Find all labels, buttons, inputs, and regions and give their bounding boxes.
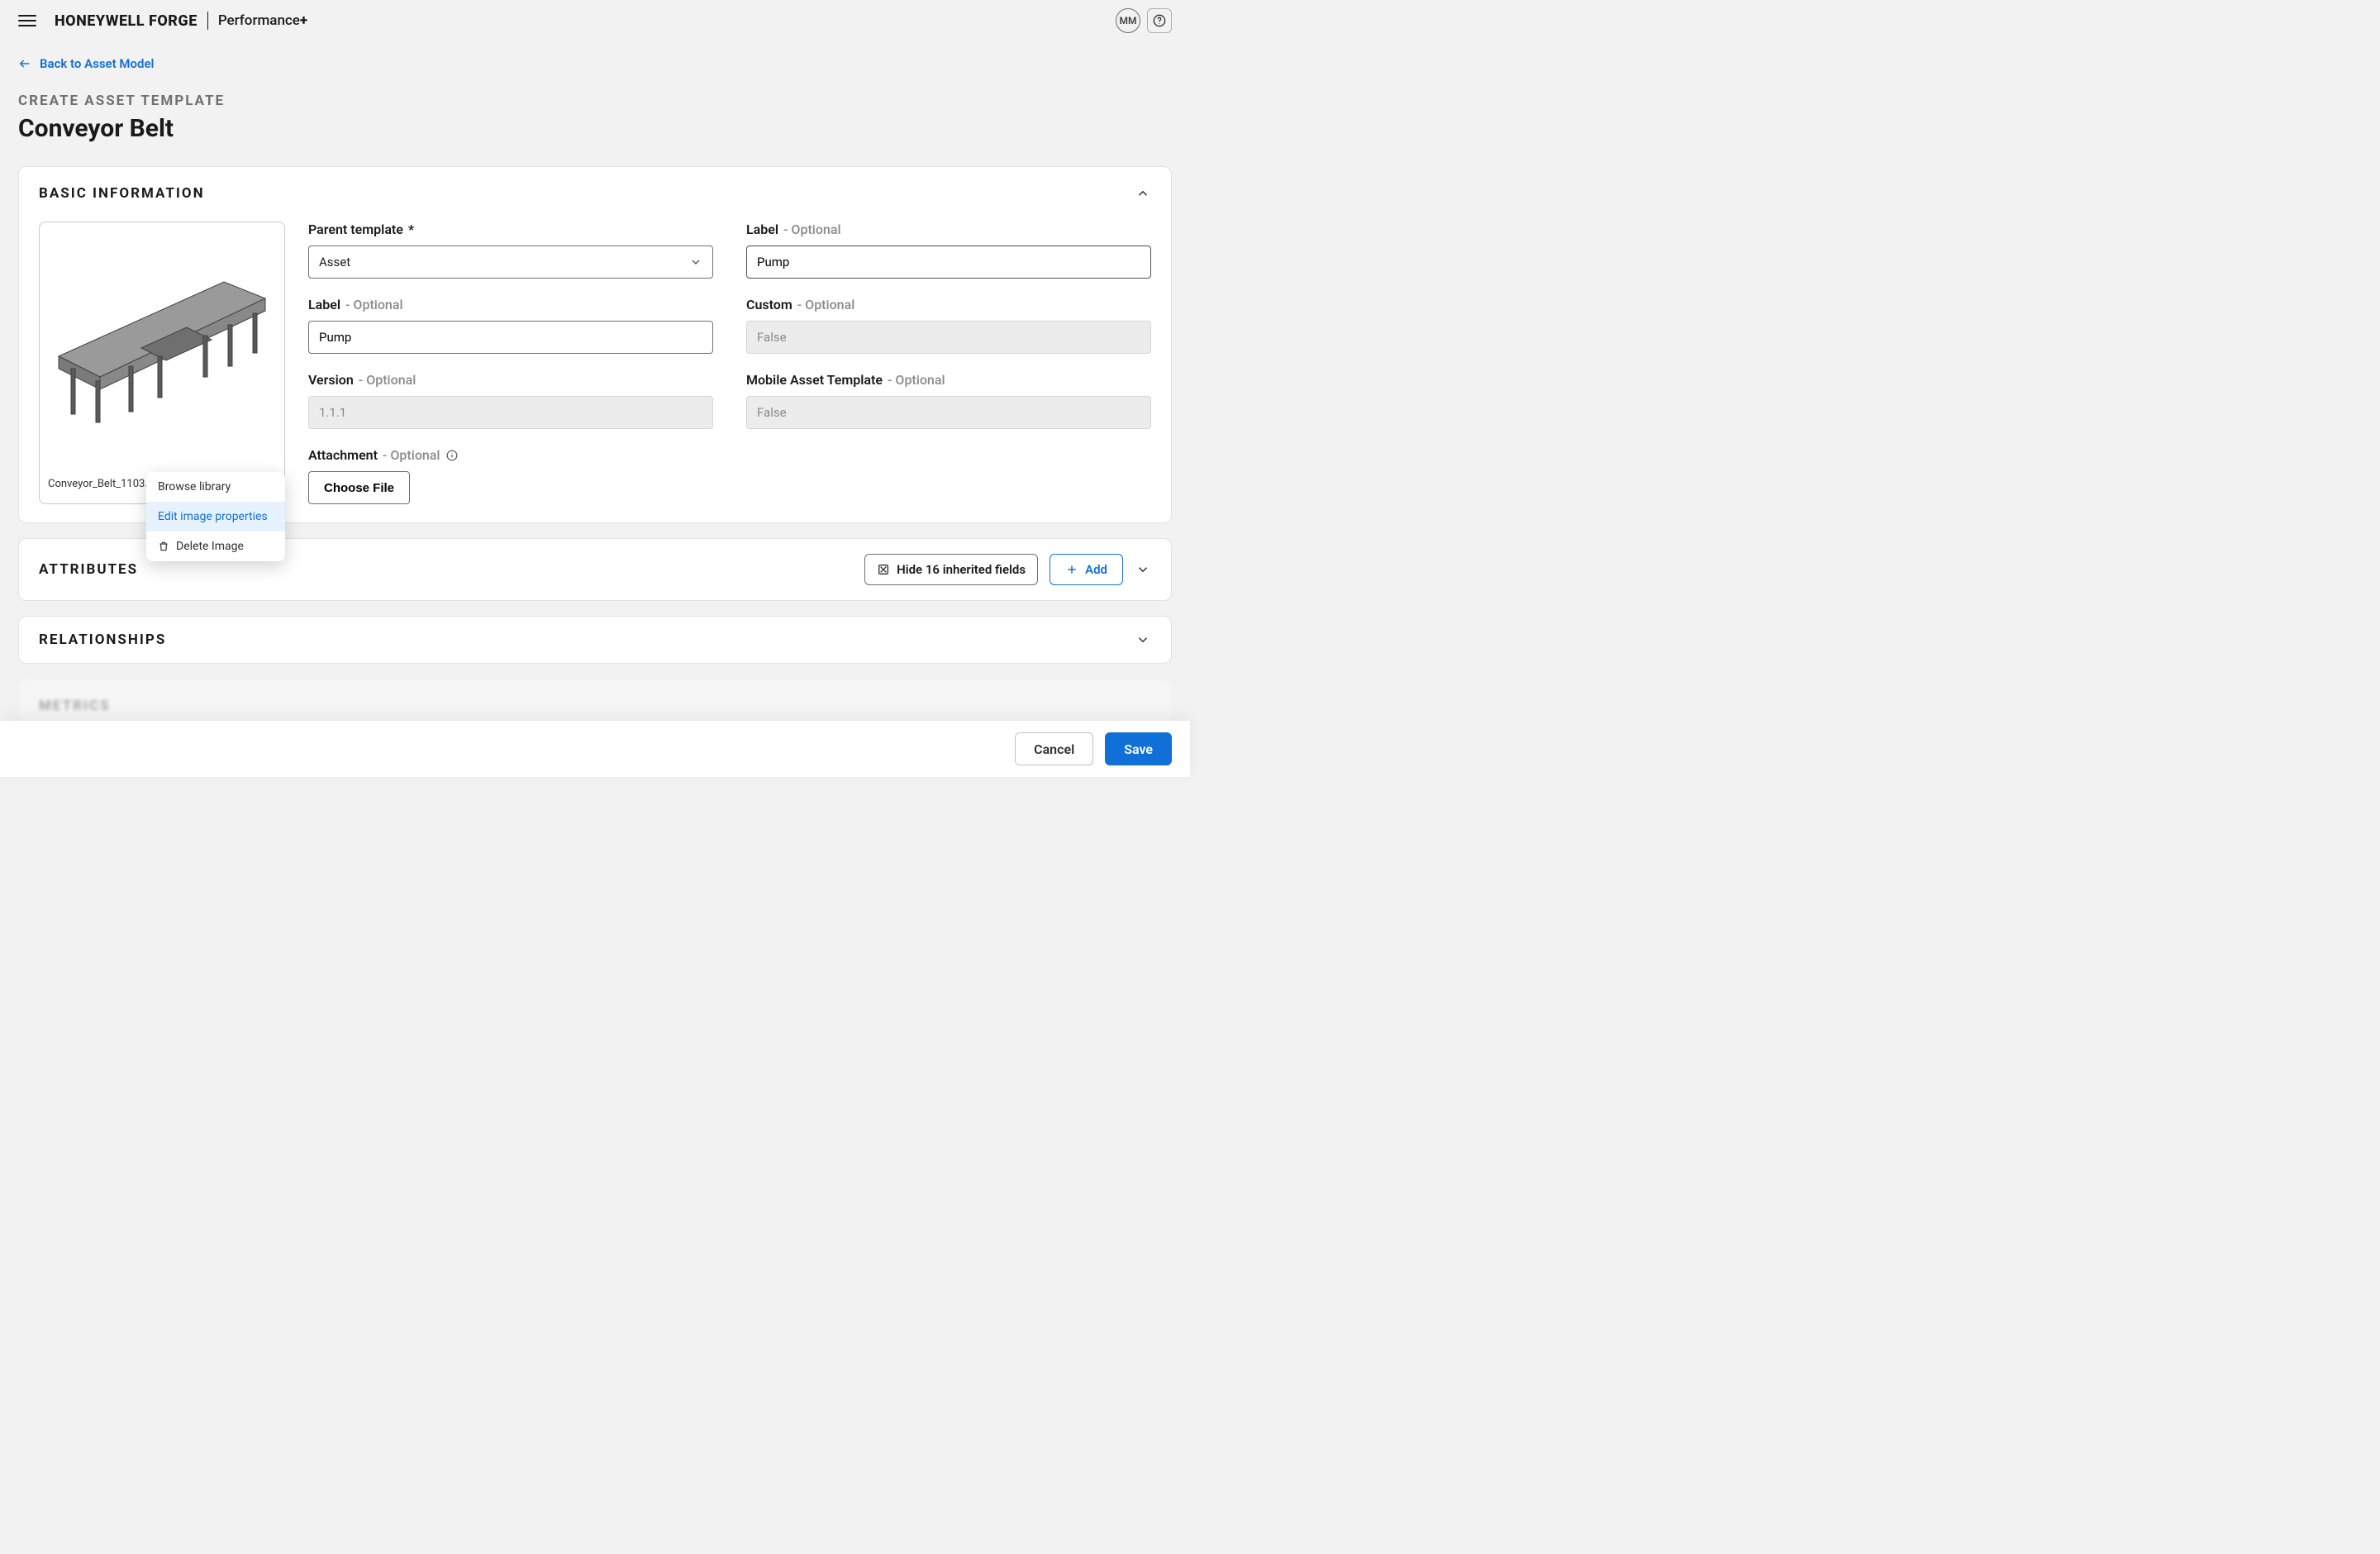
- input-version: 1.1.1: [308, 396, 713, 429]
- add-attribute-label: Add: [1085, 562, 1107, 577]
- input-version-value: 1.1.1: [319, 405, 346, 420]
- arrow-left-icon: [18, 57, 31, 70]
- image-context-menu: Browse library Edit image properties Del…: [146, 472, 285, 561]
- menu-item-browse-label: Browse library: [158, 480, 231, 493]
- help-button[interactable]: [1147, 8, 1172, 33]
- brand: HONEYWELL FORGE Performance+: [55, 12, 307, 30]
- optional-attachment: - Optional: [383, 447, 440, 463]
- choose-file-button[interactable]: Choose File: [308, 471, 410, 504]
- select-parent-template[interactable]: Asset: [308, 245, 713, 279]
- chevron-down-icon: [1135, 562, 1150, 577]
- optional-mobile: - Optional: [888, 372, 945, 388]
- user-avatar[interactable]: MM: [1116, 8, 1140, 33]
- menu-item-delete-label: Delete Image: [176, 540, 244, 553]
- label-label-right: Label: [746, 222, 778, 237]
- save-button[interactable]: Save: [1105, 732, 1172, 765]
- footer-action-bar: Cancel Save: [0, 721, 1190, 777]
- field-mobile-asset-template: Mobile Asset Template - Optional False: [746, 372, 1151, 429]
- select-parent-template-value: Asset: [319, 255, 350, 269]
- asset-image-card: Conveyor_Belt_1103.SVG Browse library Ed…: [39, 222, 285, 504]
- input-mobile-value: False: [757, 405, 787, 420]
- cancel-button[interactable]: Cancel: [1015, 732, 1093, 765]
- brand-sub: Performance+: [218, 12, 307, 29]
- field-label-right: Label - Optional: [746, 222, 1151, 279]
- menu-item-browse-library[interactable]: Browse library: [146, 472, 285, 502]
- panel-relationships: RELATIONSHIPS: [18, 616, 1172, 664]
- label-mobile: Mobile Asset Template: [746, 372, 883, 388]
- field-parent-template: Parent template * Asset: [308, 222, 713, 279]
- info-icon[interactable]: [445, 449, 459, 462]
- input-mobile: False: [746, 396, 1151, 429]
- panel-title-basic: BASIC INFORMATION: [39, 185, 205, 202]
- conveyor-belt-illustration: [50, 257, 274, 431]
- plus-icon: [1065, 563, 1078, 576]
- brand-divider: [207, 12, 208, 30]
- brand-sub-text: Performance: [218, 12, 300, 29]
- input-custom: False: [746, 321, 1151, 354]
- page-top: Back to Asset Model CREATE ASSET TEMPLAT…: [0, 41, 1190, 151]
- panel-title-relationships: RELATIONSHIPS: [39, 632, 166, 648]
- back-link-label: Back to Asset Model: [40, 56, 154, 71]
- brand-main: HONEYWELL FORGE: [55, 12, 198, 30]
- input-custom-value: False: [757, 330, 787, 345]
- label-version: Version: [308, 372, 354, 388]
- panel-title-metrics: METRICS: [39, 698, 111, 714]
- app-header: HONEYWELL FORGE Performance+ MM: [0, 0, 1190, 41]
- brand-sub-plus: +: [300, 12, 307, 29]
- label-attachment: Attachment: [308, 447, 378, 463]
- label-parent-template: Parent template: [308, 222, 403, 237]
- chevron-up-icon: [1135, 186, 1150, 201]
- menu-item-edit-label: Edit image properties: [158, 510, 268, 523]
- menu-item-edit-image-properties[interactable]: Edit image properties: [146, 502, 285, 532]
- menu-item-delete-image[interactable]: Delete Image: [146, 532, 285, 561]
- basic-form-grid: Parent template * Asset Label - Optional: [308, 222, 1151, 504]
- back-link[interactable]: Back to Asset Model: [18, 56, 1172, 71]
- asset-image-preview: [40, 222, 284, 465]
- checkbox-checked-icon: [877, 563, 890, 576]
- page-title: Conveyor Belt: [18, 114, 1172, 143]
- optional-label-right: - Optional: [783, 222, 841, 237]
- field-attachment: Attachment - Optional Choose File: [308, 447, 713, 504]
- field-label-left: Label - Optional: [308, 297, 713, 354]
- panel-title-attributes: ATTRIBUTES: [39, 561, 138, 578]
- trash-icon: [158, 541, 169, 552]
- input-label-left[interactable]: [319, 322, 702, 353]
- hide-inherited-label: Hide 16 inherited fields: [897, 562, 1026, 577]
- optional-custom: - Optional: [797, 297, 855, 312]
- input-label-right[interactable]: [757, 246, 1140, 278]
- expand-relationships-button[interactable]: [1135, 632, 1151, 648]
- chevron-down-icon: [1135, 632, 1150, 647]
- page-eyebrow: CREATE ASSET TEMPLATE: [18, 93, 1172, 109]
- field-version: Version - Optional 1.1.1: [308, 372, 713, 429]
- input-label-left-wrap: [308, 321, 713, 354]
- label-custom: Custom: [746, 297, 793, 312]
- label-label-left: Label: [308, 297, 340, 312]
- input-label-right-wrap: [746, 245, 1151, 279]
- hide-inherited-button[interactable]: Hide 16 inherited fields: [864, 554, 1038, 585]
- optional-version: - Optional: [359, 372, 416, 388]
- info-circle-icon: [446, 450, 458, 461]
- hamburger-menu-button[interactable]: [18, 12, 36, 30]
- expand-attributes-button[interactable]: [1135, 561, 1151, 578]
- chevron-down-icon: [689, 255, 702, 269]
- add-attribute-button[interactable]: Add: [1050, 554, 1123, 585]
- field-custom: Custom - Optional False: [746, 297, 1151, 354]
- help-icon: [1153, 14, 1166, 27]
- optional-label-left: - Optional: [345, 297, 403, 312]
- panel-basic-information: BASIC INFORMATION: [18, 166, 1172, 523]
- collapse-basic-button[interactable]: [1135, 185, 1151, 202]
